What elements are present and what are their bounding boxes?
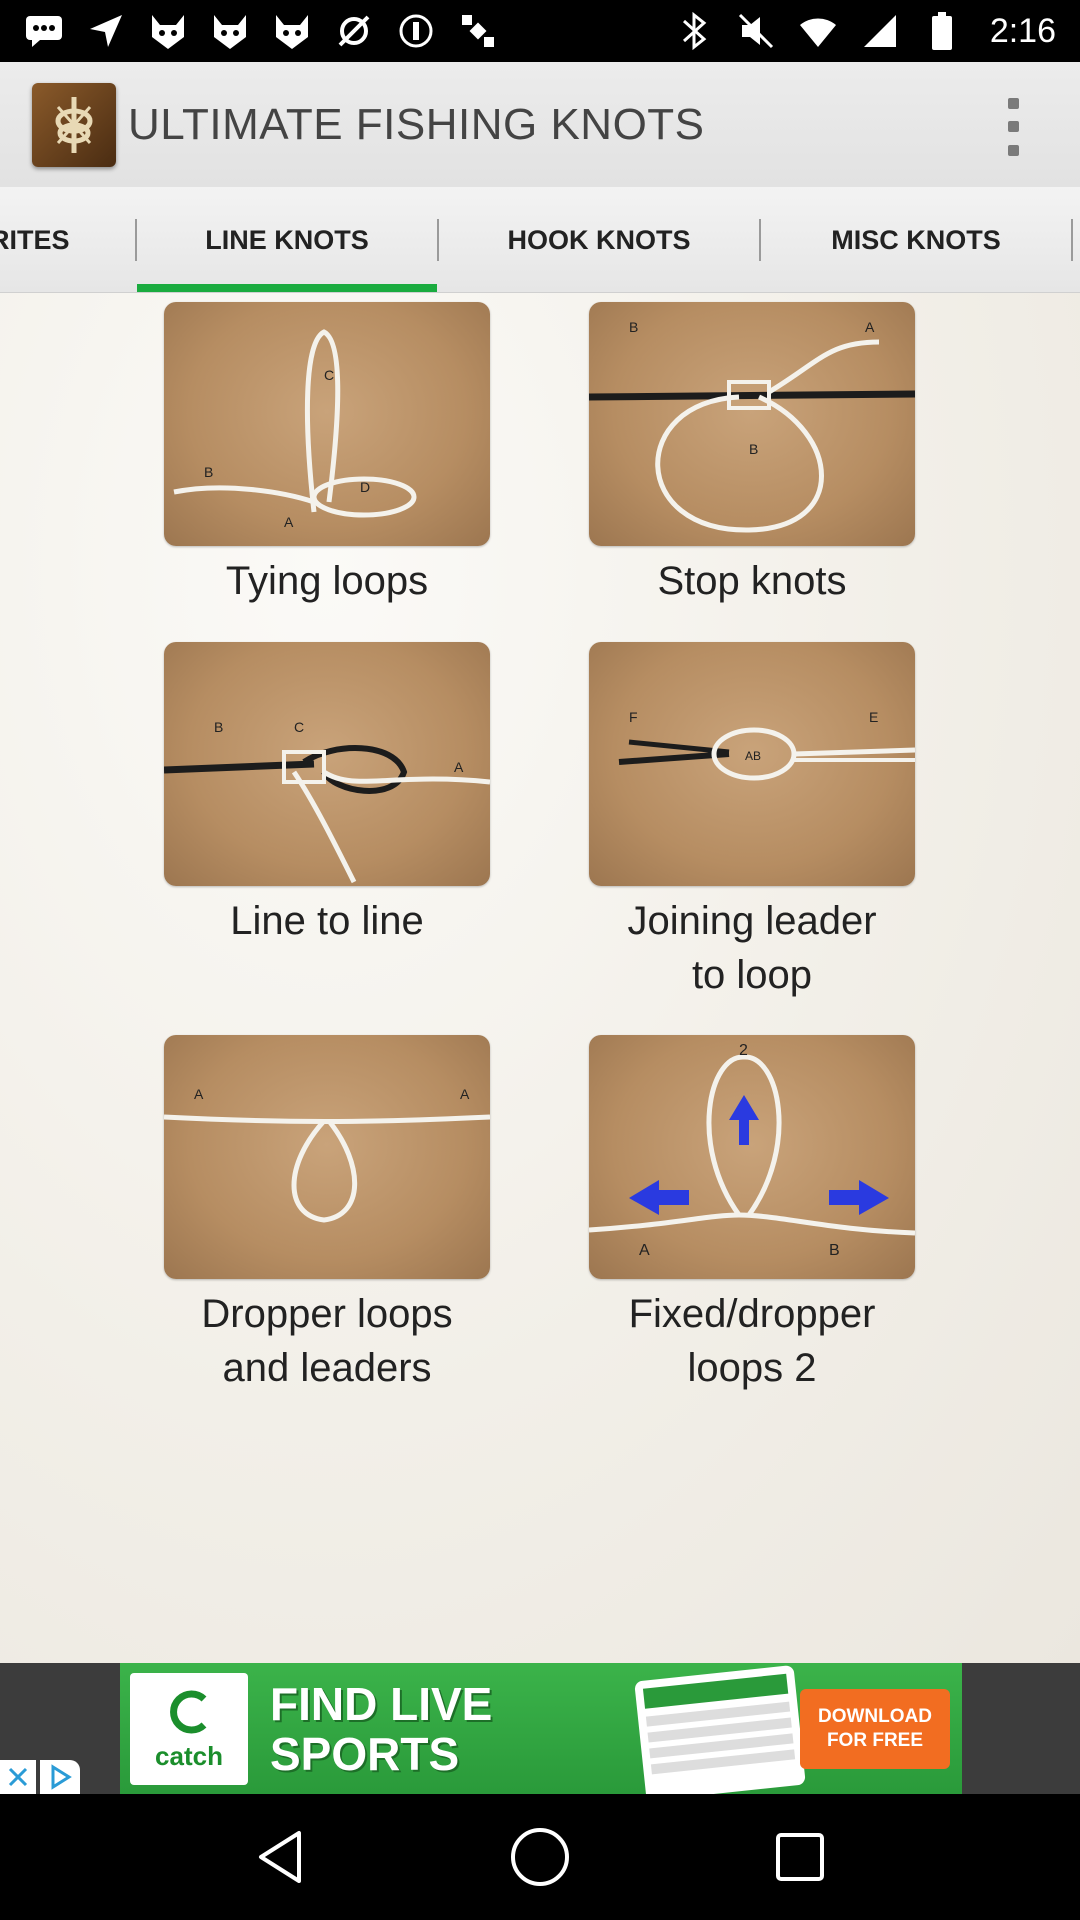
knot-card-line-to-line[interactable]: B C A Line to line xyxy=(164,642,490,948)
knot-card-dropper-loops[interactable]: A A Dropper loops and leaders xyxy=(164,1035,490,1395)
ad-area: catch FIND LIVE SPORTS DOWNLOAD FOR FREE xyxy=(0,1663,1080,1794)
signal-icon xyxy=(860,11,900,51)
ad-logo: catch xyxy=(130,1673,248,1785)
tab-label: HOOK KNOTS xyxy=(507,224,691,255)
ad-download-button[interactable]: DOWNLOAD FOR FREE xyxy=(800,1689,950,1769)
knot-title-line: to loop xyxy=(691,953,813,997)
knot-card-fixed-dropper[interactable]: 2 A B Fixed/dropper loops 2 xyxy=(589,1035,915,1395)
knot-title: Fixed/dropper loops 2 xyxy=(589,1287,915,1395)
tab-label: MISC KNOTS xyxy=(831,224,1001,255)
clock: 2:16 xyxy=(989,11,1056,50)
system-nav-bar xyxy=(0,1794,1080,1920)
svg-text:B: B xyxy=(829,1242,840,1259)
knot-title: Joining leader to loop xyxy=(589,894,915,1002)
knot-title: Stop knots xyxy=(657,559,847,603)
tab-hook-knots[interactable]: HOOK KNOTS xyxy=(439,187,759,292)
tab-label: RITES xyxy=(0,224,70,255)
svg-text:B: B xyxy=(214,719,223,735)
ad-close-icon[interactable] xyxy=(0,1760,36,1794)
svg-text:F: F xyxy=(629,709,638,725)
bluetooth-icon xyxy=(674,11,714,51)
tab-label: LINE KNOTS xyxy=(205,224,369,255)
knot-title-line: Dropper loops xyxy=(201,1292,453,1336)
svg-text:A: A xyxy=(284,514,294,530)
home-icon[interactable] xyxy=(500,1817,580,1897)
wifi-icon xyxy=(798,11,838,51)
back-icon[interactable] xyxy=(240,1817,320,1897)
phone-image-icon xyxy=(634,1664,806,1794)
svg-text:A: A xyxy=(194,1086,204,1102)
navigation-icon xyxy=(86,11,126,51)
tying-loops-thumbnail[interactable]: C B A D xyxy=(164,302,490,546)
tab-favorites[interactable]: RITES xyxy=(0,187,135,292)
svg-text:B: B xyxy=(204,464,213,480)
knot-title-line: and leaders xyxy=(222,1346,432,1390)
svg-text:2: 2 xyxy=(739,1042,748,1059)
knot-title: Dropper loops and leaders xyxy=(164,1287,490,1395)
svg-text:A: A xyxy=(865,319,875,335)
ad-choices-icon[interactable] xyxy=(40,1760,80,1794)
svg-text:C: C xyxy=(294,719,304,735)
knot-title-line: loops 2 xyxy=(687,1346,817,1390)
catch-logo-icon xyxy=(170,1690,207,1733)
svg-text:B: B xyxy=(629,319,638,335)
svg-text:A: A xyxy=(460,1086,470,1102)
svg-text:B: B xyxy=(749,441,758,457)
ad-headline: FIND LIVE SPORTS xyxy=(270,1679,650,1779)
ad-brand: catch xyxy=(155,1740,223,1771)
fake-gps-icon xyxy=(334,11,374,51)
tab-bar: RITES LINE KNOTS HOOK KNOTS MISC KNOTS xyxy=(0,187,1080,293)
fixed-dropper-thumbnail[interactable]: 2 A B xyxy=(589,1035,915,1279)
dropper-loops-thumbnail[interactable]: A A xyxy=(164,1035,490,1279)
knot-logo-icon xyxy=(32,82,116,167)
line-to-line-thumbnail[interactable]: B C A xyxy=(164,642,490,886)
ad-headline-line: FIND LIVE xyxy=(270,1678,493,1730)
stop-knots-thumbnail[interactable]: B A B xyxy=(589,302,915,546)
ad-cta-line: FOR FREE xyxy=(826,1730,924,1751)
knot-card-joining-leader[interactable]: F AB E Joining leader to loop xyxy=(589,642,915,1002)
overflow-menu-icon[interactable] xyxy=(998,92,1028,162)
joining-leader-thumbnail[interactable]: F AB E xyxy=(589,642,915,886)
recents-icon[interactable] xyxy=(760,1817,840,1897)
selected-tab-indicator xyxy=(137,284,437,292)
ad-banner[interactable]: catch FIND LIVE SPORTS DOWNLOAD FOR FREE xyxy=(120,1663,962,1794)
app-bar: ULTIMATE FISHING KNOTS xyxy=(0,62,1080,187)
knot-title-line: Joining leader xyxy=(627,899,877,943)
status-bar: 2:16 xyxy=(0,0,1080,62)
tab-divider xyxy=(1071,219,1073,261)
cat-face-icon xyxy=(148,11,188,51)
svg-text:E: E xyxy=(869,709,878,725)
tab-line-knots[interactable]: LINE KNOTS xyxy=(137,187,437,292)
svg-text:A: A xyxy=(454,759,464,775)
knot-card-tying-loops[interactable]: C B A D Tying loops xyxy=(164,302,490,608)
knot-card-stop-knots[interactable]: B A B Stop knots xyxy=(589,302,915,608)
tab-misc-knots[interactable]: MISC KNOTS xyxy=(761,187,1071,292)
message-icon xyxy=(24,11,64,51)
circle-p-icon xyxy=(396,11,436,51)
ad-headline-line: SPORTS xyxy=(270,1728,460,1780)
knot-title-line: Fixed/dropper xyxy=(628,1292,876,1336)
cat-face-icon xyxy=(210,11,250,51)
mute-icon xyxy=(736,11,776,51)
knot-title: Tying loops xyxy=(225,559,429,603)
svg-text:AB: AB xyxy=(745,749,761,763)
svg-text:A: A xyxy=(639,1242,650,1259)
ad-cta-line: DOWNLOAD xyxy=(818,1706,932,1727)
knot-title: Line to line xyxy=(230,899,424,943)
svg-text:C: C xyxy=(324,367,334,383)
knot-grid: C B A D Tying loops B A B Stop knots B C… xyxy=(0,293,1080,1663)
battery-icon xyxy=(922,11,962,51)
cat-face-icon xyxy=(272,11,312,51)
svg-text:D: D xyxy=(360,479,370,495)
satellite-icon xyxy=(458,11,498,51)
app-title: ULTIMATE FISHING KNOTS xyxy=(128,99,705,149)
